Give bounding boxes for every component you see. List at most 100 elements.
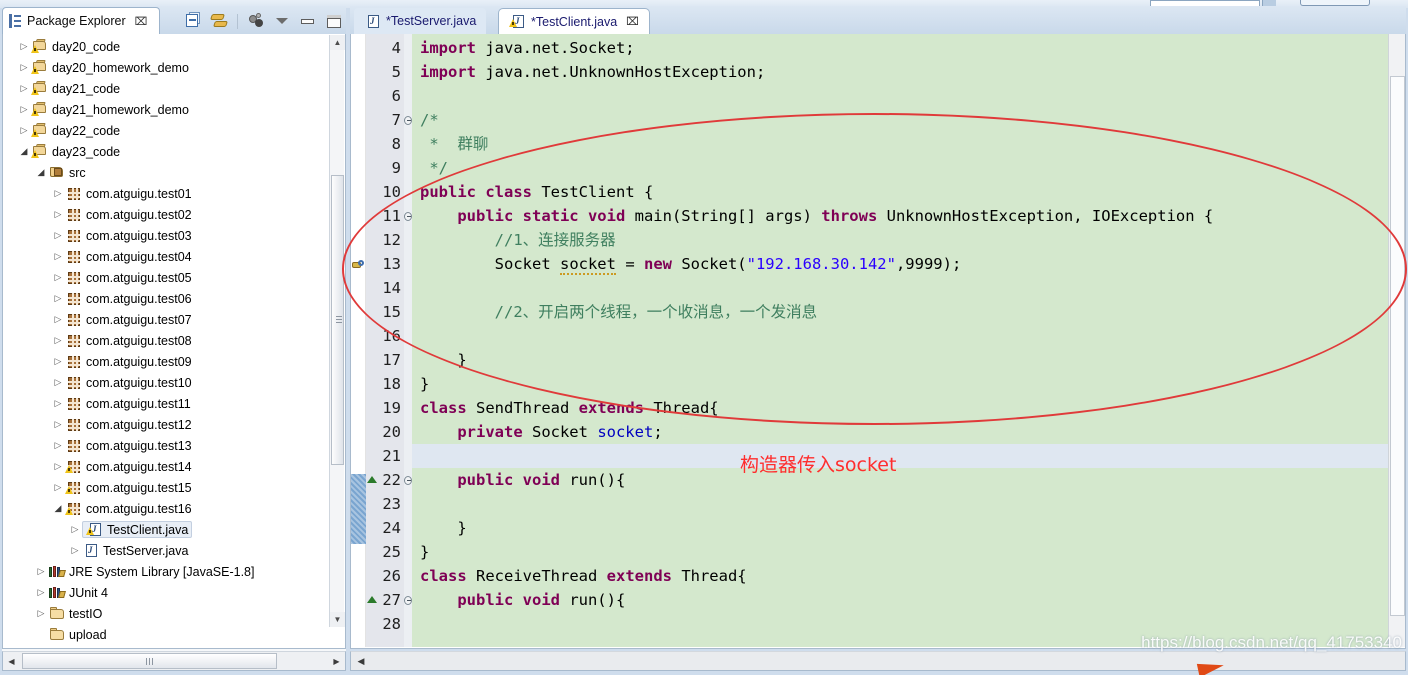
tree-expand-arrow-icon[interactable] (51, 356, 65, 367)
tree-item[interactable]: com.atguigu.test12 (3, 414, 333, 435)
collapse-all-icon[interactable] (183, 11, 203, 31)
code-line[interactable]: public static void main(String[] args) t… (420, 204, 1213, 228)
code-line[interactable]: public void run(){ (420, 468, 625, 492)
tree-expand-arrow-icon[interactable] (17, 62, 31, 73)
tree-item[interactable]: com.atguigu.test14 (3, 456, 333, 477)
code-line[interactable]: import java.net.Socket; (420, 36, 635, 60)
tree-item[interactable]: day20_homework_demo (3, 57, 333, 78)
tree-expand-arrow-icon[interactable] (51, 440, 65, 451)
tree-expand-arrow-icon[interactable] (34, 167, 48, 178)
tree-expand-arrow-icon[interactable] (51, 335, 65, 346)
tree-item[interactable]: com.atguigu.test03 (3, 225, 333, 246)
tree-item[interactable]: com.atguigu.test01 (3, 183, 333, 204)
tree-item[interactable]: day21_code (3, 78, 333, 99)
tree-item[interactable]: com.atguigu.test05 (3, 267, 333, 288)
package-explorer-tab[interactable]: Package Explorer ⌧ (2, 7, 161, 34)
tree-item[interactable]: day22_code (3, 120, 333, 141)
tree-item[interactable]: J TestServer.java (3, 540, 333, 561)
editor-vertical-scrollbar[interactable] (1388, 34, 1405, 647)
code-line[interactable]: public class TestClient { (420, 180, 653, 204)
editor-hscroll-track[interactable] (371, 653, 1405, 669)
fold-toggle-icon[interactable] (404, 108, 412, 132)
editor-tab-testclient[interactable]: J *TestClient.java ⌧ (498, 8, 650, 34)
code-line[interactable]: public void run(){ (420, 588, 625, 612)
tree-expand-arrow-icon[interactable] (51, 419, 65, 430)
code-line[interactable]: */ (420, 156, 448, 180)
tree-expand-arrow-icon[interactable] (51, 272, 65, 283)
editor-tab-testserver[interactable]: J *TestServer.java (354, 8, 487, 34)
tree-expand-arrow-icon[interactable] (51, 293, 65, 304)
tree-item[interactable]: com.atguigu.test09 (3, 351, 333, 372)
tree-item[interactable]: com.atguigu.test04 (3, 246, 333, 267)
warning-marker-icon[interactable] (352, 259, 365, 272)
tree-item[interactable]: com.atguigu.test10 (3, 372, 333, 393)
fold-toggle-icon[interactable] (404, 204, 412, 228)
code-line[interactable]: } (420, 372, 429, 396)
editor-vscroll-thumb[interactable] (1390, 76, 1405, 616)
tree-expand-arrow-icon[interactable] (51, 209, 65, 220)
scroll-right-icon[interactable]: ▶ (328, 652, 345, 670)
tree-vertical-scrollbar[interactable]: ▲ ▼ (329, 35, 345, 627)
tree-expand-arrow-icon[interactable] (17, 146, 31, 157)
code-line[interactable]: //2、开启两个线程，一个收消息，一个发消息 (420, 300, 818, 324)
tree-item[interactable]: day20_code (3, 36, 333, 57)
tree-scroll-thumb[interactable] (331, 175, 344, 465)
code-line[interactable]: import java.net.UnknownHostException; (420, 60, 765, 84)
tree-item[interactable]: day23_code (3, 141, 333, 162)
code-line[interactable]: * 群聊 (420, 132, 488, 156)
code-line[interactable]: class SendThread extends Thread{ (420, 396, 719, 420)
tree-item[interactable]: com.atguigu.test02 (3, 204, 333, 225)
link-with-editor-icon[interactable] (209, 11, 229, 31)
view-menu-icon[interactable] (272, 11, 292, 31)
folding-ruler[interactable] (404, 34, 412, 647)
tree-horizontal-scrollbar[interactable]: ◀ ▶ (2, 651, 346, 671)
tree-item[interactable]: com.atguigu.test16 (3, 498, 333, 519)
tree-item[interactable]: upload (3, 624, 333, 645)
code-line[interactable]: } (420, 540, 429, 564)
scroll-left-icon[interactable]: ◀ (3, 652, 20, 670)
annotation-ruler[interactable] (351, 34, 366, 647)
tree-expand-arrow-icon[interactable] (51, 188, 65, 199)
editor-horizontal-scrollbar[interactable]: ◀ (350, 651, 1406, 671)
hscroll-thumb[interactable] (22, 653, 277, 669)
tree-item[interactable]: JRE System Library [JavaSE-1.8] (3, 561, 333, 582)
fold-toggle-icon[interactable] (404, 588, 412, 612)
tree-expand-arrow-icon[interactable] (34, 566, 48, 577)
tree-item[interactable]: JUnit 4 (3, 582, 333, 603)
code-line[interactable]: private Socket socket; (420, 420, 662, 444)
tree-item[interactable]: com.atguigu.test08 (3, 330, 333, 351)
tree-expand-arrow-icon[interactable] (51, 461, 65, 472)
code-line[interactable]: /* (420, 108, 439, 132)
code-line[interactable]: class ReceiveThread extends Thread{ (420, 564, 747, 588)
code-area[interactable]: import java.net.Socket; import java.net.U… (412, 34, 1388, 647)
focus-on-active-task-icon[interactable] (246, 11, 266, 31)
tree-item[interactable]: com.atguigu.test11 (3, 393, 333, 414)
scroll-left-icon[interactable]: ◀ (351, 656, 371, 667)
tree-item[interactable]: src (3, 162, 333, 183)
code-line[interactable]: //1、连接服务器 (420, 228, 616, 252)
project-tree[interactable]: day20_code day20_homework_demo day21_coded… (2, 34, 346, 649)
tree-expand-arrow-icon[interactable] (17, 41, 31, 52)
fold-toggle-icon[interactable] (404, 468, 412, 492)
tree-expand-arrow-icon[interactable] (51, 314, 65, 325)
tree-expand-arrow-icon[interactable] (51, 230, 65, 241)
tree-item[interactable]: testIO (3, 603, 333, 624)
code-line[interactable]: Socket socket = new Socket("192.168.30.1… (420, 252, 961, 276)
tree-expand-arrow-icon[interactable] (68, 524, 82, 535)
tree-item[interactable]: com.atguigu.test06 (3, 288, 333, 309)
tree-expand-arrow-icon[interactable] (51, 377, 65, 388)
tree-expand-arrow-icon[interactable] (17, 83, 31, 94)
tree-item[interactable]: com.atguigu.test07 (3, 309, 333, 330)
tree-expand-arrow-icon[interactable] (17, 104, 31, 115)
maximize-view-icon[interactable] (324, 11, 344, 31)
tree-expand-arrow-icon[interactable] (17, 125, 31, 136)
tree-expand-arrow-icon[interactable] (51, 482, 65, 493)
close-icon[interactable]: ⌧ (626, 15, 639, 28)
minimize-view-icon[interactable] (298, 11, 318, 31)
scroll-down-icon[interactable]: ▼ (330, 612, 345, 627)
tree-item[interactable]: com.atguigu.test13 (3, 435, 333, 456)
code-line[interactable]: } (420, 348, 466, 372)
scroll-up-icon[interactable]: ▲ (330, 35, 345, 50)
tree-expand-arrow-icon[interactable] (51, 251, 65, 262)
tree-expand-arrow-icon[interactable] (51, 398, 65, 409)
